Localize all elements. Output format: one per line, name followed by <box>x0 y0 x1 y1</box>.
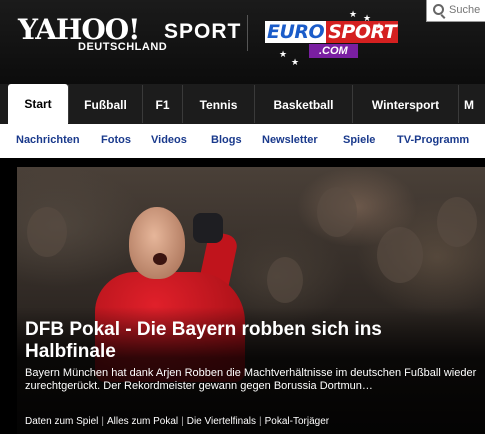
related-separator: | <box>101 416 104 427</box>
tab-fussball[interactable]: Fußball <box>68 85 142 123</box>
star-icon: ★ <box>291 57 300 67</box>
crowd-fan <box>27 207 67 257</box>
related-link-pokal[interactable]: Alles zum Pokal <box>107 416 178 427</box>
hero-teaser: Bayern München hat dank Arjen Robben die… <box>25 367 477 392</box>
crowd-fan <box>267 257 303 303</box>
crowd-fan <box>377 227 423 283</box>
deutschland-label: DEUTSCHLAND <box>78 41 168 53</box>
related-separator: | <box>181 416 184 427</box>
subnav-newsletter[interactable]: Newsletter <box>262 134 318 146</box>
subnav-fotos[interactable]: Fotos <box>101 134 131 146</box>
tab-start[interactable]: Start <box>8 84 68 125</box>
hero-headline[interactable]: DFB Pokal - Die Bayern robben sich ins H… <box>25 319 475 363</box>
related-link-viertelfinals[interactable]: Die Viertelfinals <box>187 416 256 427</box>
subnav-tv-programm[interactable]: TV-Programm <box>397 134 469 146</box>
tab-basketball[interactable]: Basketball <box>254 85 352 123</box>
search-input[interactable] <box>449 2 485 18</box>
eurosport-euro: EURO <box>265 21 327 43</box>
main-nav: Start Fußball F1 Tennis Basketball Winte… <box>0 84 485 125</box>
tab-tennis[interactable]: Tennis <box>182 85 254 123</box>
eurosport-sport: SPORT <box>326 21 399 43</box>
subnav-blogs[interactable]: Blogs <box>211 134 242 146</box>
subnav-videos[interactable]: Videos <box>151 134 187 146</box>
tab-more[interactable]: M <box>458 85 485 123</box>
site-header: YAHOO! SPORT DEUTSCHLAND EURO SPORT .COM … <box>0 0 485 84</box>
crowd-fan <box>437 197 477 247</box>
star-icon: ★ <box>375 21 384 31</box>
crowd-fan <box>317 187 357 237</box>
search-icon[interactable] <box>433 4 444 15</box>
yahoo-sport-logo[interactable]: YAHOO! SPORT DEUTSCHLAND <box>18 13 240 54</box>
related-links: Daten zum Spiel | Alles zum Pokal | Die Vier… <box>25 416 329 427</box>
subnav-nachrichten[interactable]: Nachrichten <box>16 134 80 146</box>
eurosport-logo[interactable]: EURO SPORT .COM ★ ★ ★ ★ ★ <box>261 9 399 67</box>
tab-f1[interactable]: F1 <box>142 85 182 123</box>
star-icon: ★ <box>349 9 358 19</box>
hero-story[interactable]: DFB Pokal - Die Bayern robben sich ins H… <box>17 167 485 434</box>
related-link-torjaeger[interactable]: Pokal-Torjäger <box>265 416 329 427</box>
related-separator: | <box>259 416 262 427</box>
search-box[interactable] <box>426 0 485 22</box>
subnav-spiele[interactable]: Spiele <box>343 134 375 146</box>
star-icon: ★ <box>363 13 372 23</box>
related-link-daten[interactable]: Daten zum Spiel <box>25 416 98 427</box>
star-icon: ★ <box>279 49 288 59</box>
yahoo-wordmark: YAHOO! <box>18 13 140 46</box>
eurosport-com: .COM <box>309 44 358 58</box>
sport-wordmark: SPORT <box>164 20 242 43</box>
tab-wintersport[interactable]: Wintersport <box>352 85 458 123</box>
header-divider <box>247 15 248 51</box>
sub-nav: Nachrichten Fotos Videos Blogs Newslette… <box>0 124 485 159</box>
